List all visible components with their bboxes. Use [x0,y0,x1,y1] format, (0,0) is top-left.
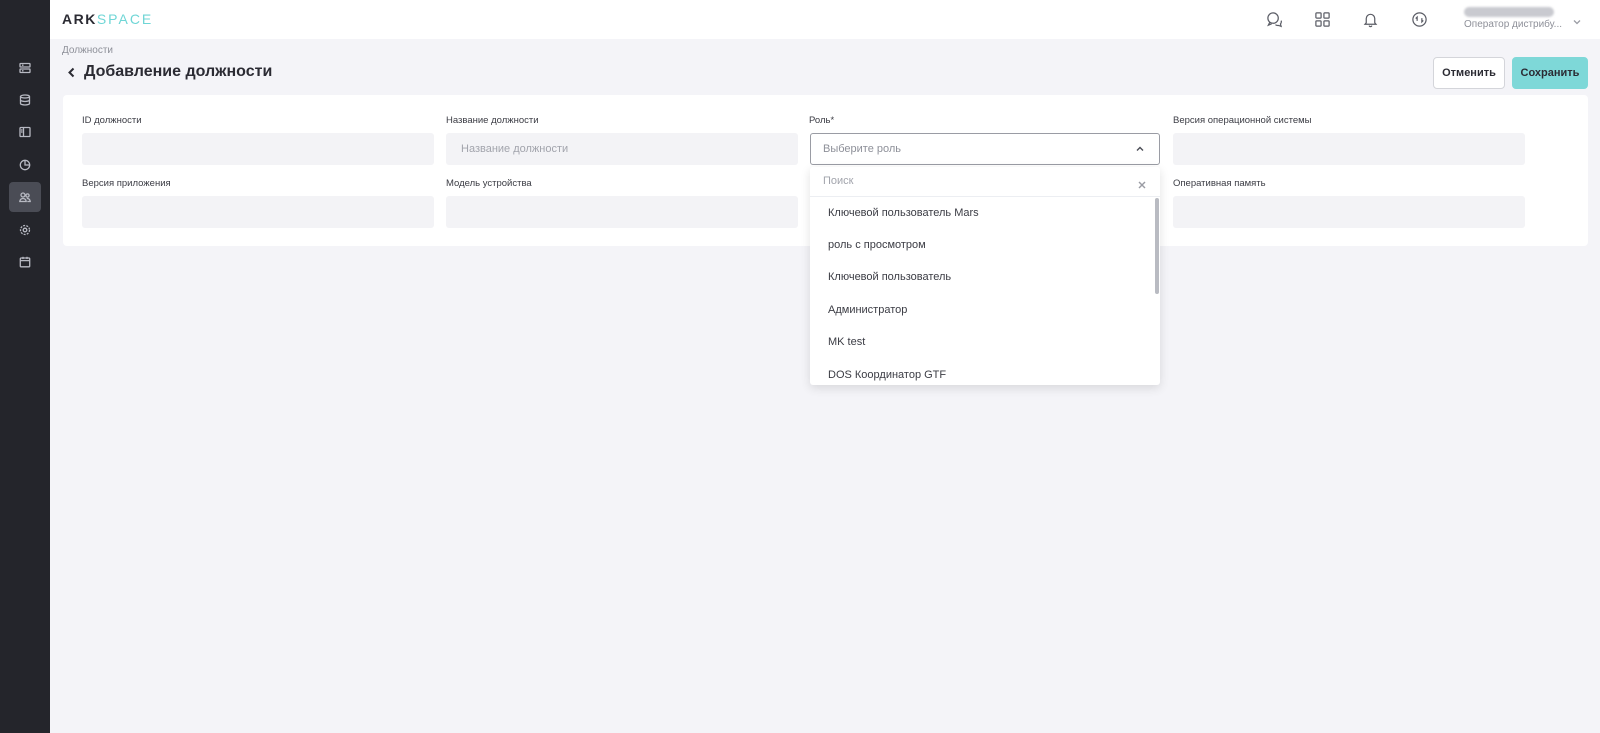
name-label: Название должности [446,115,539,126]
ram-field[interactable] [1173,196,1525,228]
breadcrumb[interactable]: Должности [62,45,113,56]
close-icon [1138,181,1146,189]
sidebar [0,0,50,733]
role-select[interactable]: Выберите роль [810,133,1160,165]
notifications-button[interactable] [1360,9,1380,29]
user-role[interactable]: Оператор дистрибу... [1464,19,1562,30]
topbar: ARKSPACE Оператор дистрибу... [50,0,1600,39]
user-name-blurred[interactable] [1464,7,1554,17]
database-icon [19,94,31,106]
sidebar-item-settings[interactable] [9,215,41,245]
layout-icon [19,126,31,138]
id-label: ID должности [82,115,142,126]
device-label: Модель устройства [446,178,532,189]
app-field[interactable] [82,196,434,228]
chat-button[interactable] [1264,9,1284,29]
sidebar-item-calendar[interactable] [9,247,41,277]
os-label: Версия операционной системы [1173,115,1312,126]
os-field[interactable] [1173,133,1525,165]
dropdown-option[interactable]: роль с просмотром [810,229,1155,261]
dropdown-options: Ключевой пользователь Mars роль с просмо… [810,197,1160,385]
dropdown-search [810,167,1160,197]
dropdown-option[interactable]: Ключевой пользователь Mars [810,197,1155,229]
cancel-button[interactable]: Отменить [1433,57,1505,89]
device-field[interactable] [446,196,798,228]
app-label: Версия приложения [82,178,171,189]
gear-icon [19,224,31,236]
clear-search-button[interactable] [1138,176,1148,189]
users-icon [19,192,31,203]
bell-icon [1363,13,1377,27]
back-button[interactable] [66,63,80,81]
chevron-up-icon [1136,146,1144,151]
save-button[interactable]: Сохранить [1512,57,1588,89]
page-title-text: Добавление должности [84,63,273,80]
chevron-left-icon [68,67,75,77]
chevron-down-icon [1573,20,1581,25]
dropdown-scrollbar[interactable] [1155,198,1159,294]
pie-chart-icon [19,159,31,171]
logo-part-2: SPACE [96,11,154,27]
sync-button[interactable] [1409,9,1429,29]
name-field[interactable]: Название должности [446,133,798,165]
apps-button[interactable] [1312,9,1332,29]
dropdown-option[interactable]: Администратор [810,294,1155,326]
role-label: Роль* [809,115,835,126]
dropdown-option[interactable]: MK test [810,326,1155,358]
dropdown-option[interactable]: Ключевой пользователь [810,261,1155,293]
calendar-icon [19,256,31,268]
user-menu-toggle[interactable] [1572,14,1582,32]
logo[interactable]: ARKSPACE [62,11,153,27]
ram-label: Оперативная память [1173,178,1266,189]
dropdown-option[interactable]: DOS Координатор GTF [810,359,1155,385]
role-dropdown: Ключевой пользователь Mars роль с просмо… [810,167,1160,385]
role-select-value: Выберите роль [823,143,902,155]
sidebar-item-database[interactable] [9,85,41,115]
logo-part-1: ARK [62,11,97,27]
sidebar-item-layout[interactable] [9,117,41,147]
sync-icon [1411,11,1427,27]
list-icon [19,62,31,74]
page-title: Добавление должности [66,63,272,81]
apps-grid-icon [1314,11,1330,27]
sidebar-item-users[interactable] [9,182,41,212]
id-field[interactable] [82,133,434,165]
dropdown-search-input[interactable] [823,175,1123,187]
sidebar-item-list[interactable] [9,53,41,83]
sidebar-item-analytics[interactable] [9,150,41,180]
chat-icon [1266,11,1282,27]
